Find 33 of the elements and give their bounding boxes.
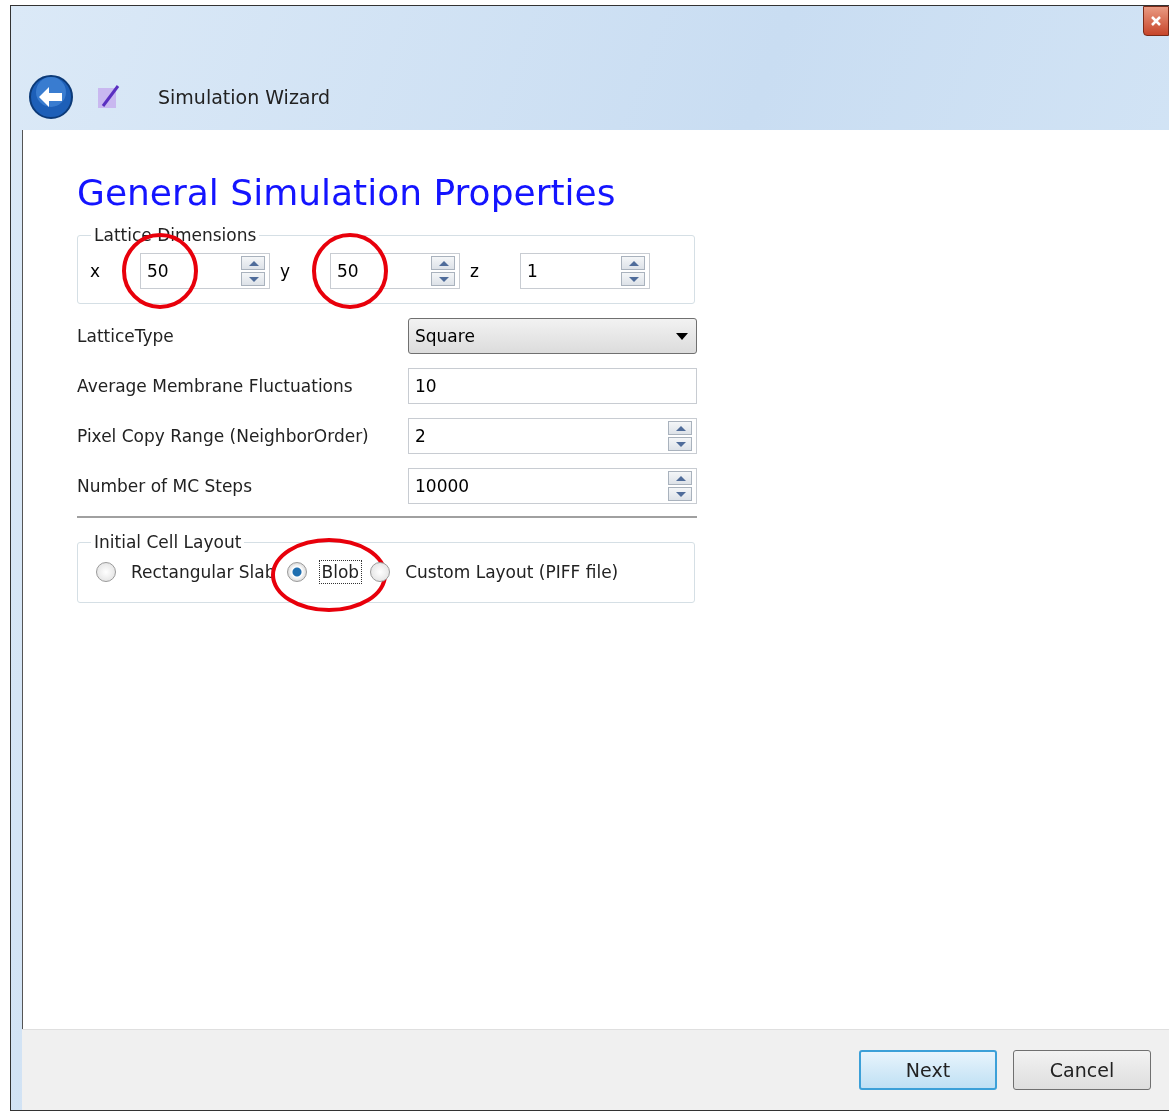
axis-label: x [90,261,102,281]
spin-field[interactable]: 50 [330,253,460,289]
spin-arrows-icon[interactable] [668,421,692,451]
spin-field[interactable]: 1 [520,253,650,289]
field-label: LatticeType [77,326,175,346]
field-label: Average Membrane Fluctuations [77,376,354,396]
axis-label: y [280,261,292,281]
field-label: Pixel Copy Range (NeighborOrder) [77,426,370,446]
group-title: Initial Cell Layout [93,532,243,552]
dropdown[interactable]: Square [408,318,697,354]
spin-field[interactable]: 2 [408,418,697,454]
field-label: Number of MC Steps [77,476,253,496]
close-button[interactable] [1143,6,1169,36]
spin-field[interactable]: 50 [140,253,270,289]
radio-button[interactable] [370,562,391,582]
window-title: Simulation Wizard [158,86,331,108]
spin-arrows-icon[interactable] [431,256,455,286]
next-button[interactable]: Next [859,1050,997,1090]
radio-label[interactable]: Custom Layout (PIFF file) [402,560,622,584]
close-icon [1150,16,1162,26]
spin-field[interactable]: 10000 [408,468,697,504]
radio-label[interactable]: Blob [318,560,363,584]
radio-button[interactable] [96,562,116,582]
caret-icon [676,332,688,340]
spin-arrows-icon[interactable] [621,256,645,286]
spin-arrows-icon[interactable] [241,256,265,286]
input-field[interactable]: 10 [408,368,697,404]
page-title: General Simulation Properties [77,172,617,213]
back-button[interactable] [28,74,74,120]
cancel-button[interactable]: Cancel [1013,1050,1151,1090]
axis-label: z [470,261,480,281]
spin-arrows-icon[interactable] [668,471,692,501]
radio-button[interactable] [286,562,307,582]
